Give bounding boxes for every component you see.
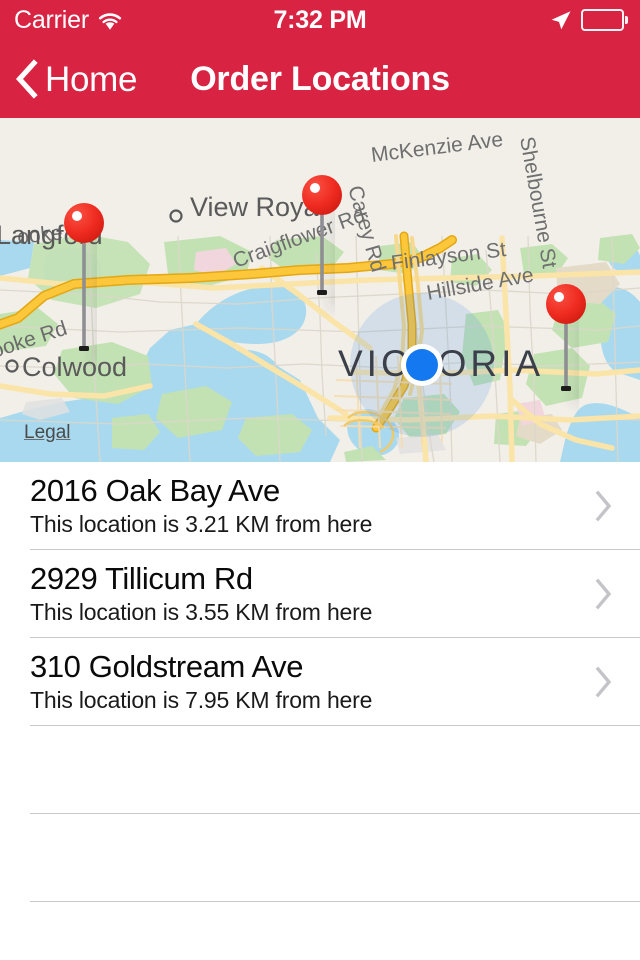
map-legal-link[interactable]: Legal xyxy=(24,423,71,442)
navigation-bar: Home Order Locations xyxy=(0,40,640,118)
location-distance: This location is 3.21 KM from here xyxy=(30,511,373,537)
list-item[interactable]: 2929 Tillicum Rd This location is 3.55 K… xyxy=(0,550,640,638)
map-view[interactable]: ooke Rd ooke Rd Langford Colwood View Ro… xyxy=(0,118,640,462)
status-bar-right xyxy=(549,0,628,40)
locations-list: 2016 Oak Bay Ave This location is 3.21 K… xyxy=(0,462,640,960)
battery-icon xyxy=(581,9,628,31)
chevron-left-icon xyxy=(14,59,38,99)
order-locations-screen: Carrier 7:32 PM Home Order Locations ook… xyxy=(0,0,640,960)
chevron-right-icon xyxy=(595,490,613,522)
svg-text:Colwood: Colwood xyxy=(22,352,127,382)
list-item[interactable]: 310 Goldstream Ave This location is 7.95… xyxy=(0,638,640,726)
location-address: 2929 Tillicum Rd xyxy=(30,561,253,596)
location-address: 310 Goldstream Ave xyxy=(30,649,304,684)
back-button-label: Home xyxy=(45,59,138,99)
list-item[interactable]: 2016 Oak Bay Ave This location is 3.21 K… xyxy=(0,462,640,550)
back-button[interactable]: Home xyxy=(14,40,137,118)
location-distance: This location is 3.55 KM from here xyxy=(30,599,373,625)
location-address: 2016 Oak Bay Ave xyxy=(30,473,280,508)
status-bar-center: 7:32 PM xyxy=(0,0,640,40)
chevron-right-icon xyxy=(595,666,613,698)
clock-label: 7:32 PM xyxy=(273,5,367,34)
status-bar: Carrier 7:32 PM xyxy=(0,0,640,40)
location-distance: This location is 7.95 KM from here xyxy=(30,687,373,713)
empty-list-row xyxy=(0,726,640,814)
chevron-right-icon xyxy=(595,578,613,610)
empty-list-row xyxy=(0,814,640,902)
empty-list-row xyxy=(0,902,640,960)
location-arrow-icon xyxy=(549,9,572,32)
